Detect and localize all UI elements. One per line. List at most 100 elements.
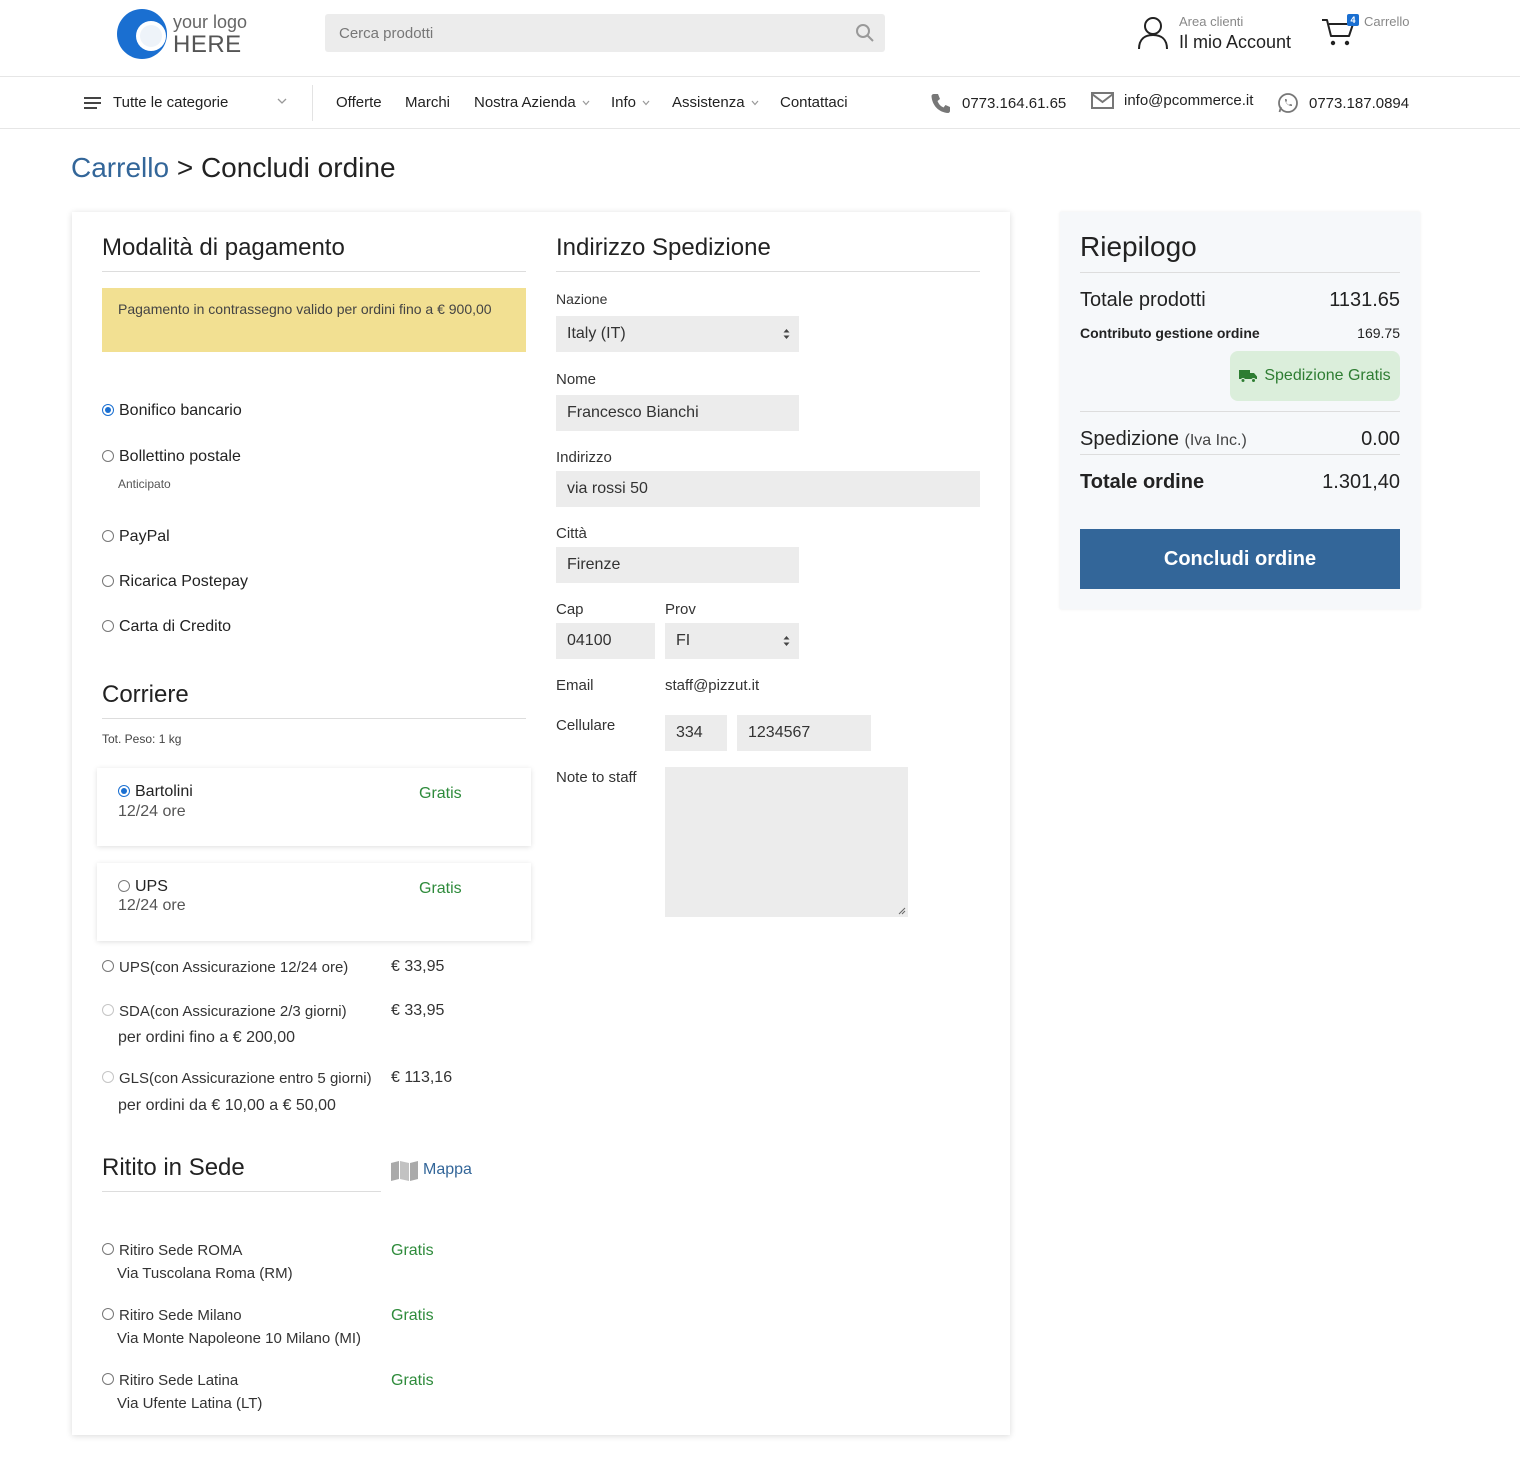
breadcrumb-link-carrello[interactable]: Carrello <box>71 152 169 183</box>
resize-handle-icon[interactable] <box>898 907 906 915</box>
contact-phone[interactable]: 0773.164.61.65 <box>930 92 1066 114</box>
courier-radio-gls-insured[interactable] <box>102 1071 114 1083</box>
payment-option-label[interactable]: Bollettino postale <box>119 448 241 466</box>
divider <box>102 1191 381 1192</box>
menu-icon <box>84 96 101 109</box>
note-textarea[interactable] <box>665 767 908 917</box>
courier-radio-sda-insured[interactable] <box>102 1004 114 1016</box>
account-link[interactable]: Il mio Account <box>1179 32 1291 53</box>
divider <box>556 271 980 272</box>
nav-item-label: Nostra Azienda <box>474 94 576 111</box>
free-shipping-badge: Spedizione Gratis <box>1230 351 1400 401</box>
payment-radio-carta[interactable] <box>102 620 114 632</box>
search-icon[interactable] <box>855 23 875 43</box>
courier-insured-name[interactable]: GLS(con Assicurazione entro 5 giorni) <box>119 1070 372 1087</box>
payment-option-label[interactable]: Bonifico bancario <box>119 402 242 420</box>
logo-text-top[interactable]: your logo <box>173 12 247 33</box>
pickup-radio-roma[interactable] <box>102 1243 114 1255</box>
nav-item-label: Assistenza <box>672 94 745 111</box>
breadcrumb: Carrello > Concludi ordine <box>71 152 396 184</box>
select-arrows-icon <box>783 329 790 339</box>
courier-insured-price: € 33,95 <box>391 1002 445 1019</box>
pickup-name[interactable]: Ritiro Sede Milano <box>119 1307 242 1324</box>
payment-radio-postepay[interactable] <box>102 575 114 587</box>
courier-price: Gratis <box>419 785 462 802</box>
free-shipping-label: Spedizione Gratis <box>1264 367 1391 384</box>
totale-prodotti-label: Totale prodotti <box>1080 289 1206 311</box>
chevron-down-icon <box>582 100 590 106</box>
pickup-address: Via Tuscolana Roma (RM) <box>117 1265 293 1282</box>
categories-menu[interactable]: Tutte le categorie <box>84 94 228 111</box>
map-link[interactable]: Mappa <box>423 1161 472 1179</box>
payment-radio-bonifico[interactable] <box>102 404 114 416</box>
courier-name[interactable]: Bartolini <box>135 783 193 801</box>
top-header: your logo HERE Area clienti Il mio Accou… <box>0 0 1520 77</box>
courier-name[interactable]: UPS <box>135 878 168 896</box>
payment-radio-paypal[interactable] <box>102 530 114 542</box>
pickup-price: Gratis <box>391 1372 434 1389</box>
breadcrumb-separator: > <box>176 152 194 183</box>
payment-radio-bollettino[interactable] <box>102 450 114 462</box>
courier-insured-name[interactable]: UPS(con Assicurazione 12/24 ore) <box>119 959 348 976</box>
contact-email[interactable]: info@pcommerce.it <box>1091 92 1253 109</box>
nome-value: Francesco Bianchi <box>567 404 699 421</box>
contributo-label: Contributo gestione ordine <box>1080 325 1260 341</box>
contact-whatsapp[interactable]: 0773.187.0894 <box>1277 92 1409 114</box>
nome-field[interactable]: Francesco Bianchi <box>556 395 799 431</box>
totale-ordine-label: Totale ordine <box>1080 471 1205 493</box>
concludi-ordine-button[interactable]: Concludi ordine <box>1080 529 1400 589</box>
spedizione-label: Spedizione <box>1080 428 1179 450</box>
truck-icon <box>1239 370 1258 383</box>
nav-item-offerte[interactable]: Offerte <box>336 94 382 111</box>
nav-item-assistenza[interactable]: Assistenza <box>672 94 759 111</box>
cap-field[interactable]: 04100 <box>556 623 655 659</box>
phone-icon <box>931 94 950 113</box>
logo-text-bottom[interactable]: HERE <box>173 31 242 59</box>
spedizione-value: 0.00 <box>1361 428 1400 450</box>
nav-item-marchi[interactable]: Marchi <box>405 94 450 111</box>
pickup-address: Via Ufente Latina (LT) <box>117 1395 263 1412</box>
summary-title: Riepilogo <box>1080 231 1197 262</box>
chevron-down-icon[interactable] <box>277 97 287 105</box>
email-label: Email <box>556 677 594 694</box>
indirizzo-field[interactable]: via rossi 50 <box>556 471 980 507</box>
total-weight: Tot. Peso: 1 kg <box>102 732 182 746</box>
indirizzo-label: Indirizzo <box>556 449 612 466</box>
citta-field[interactable]: Firenze <box>556 547 799 583</box>
nav-item-nostra-azienda[interactable]: Nostra Azienda <box>474 94 590 111</box>
user-icon[interactable] <box>1137 15 1169 51</box>
nome-label: Nome <box>556 371 597 388</box>
courier-insured-price: € 33,95 <box>391 958 445 975</box>
payment-option-label[interactable]: Ricarica Postepay <box>119 573 248 591</box>
cell-prefix-value: 334 <box>676 724 703 741</box>
prov-select[interactable]: FI <box>665 623 799 659</box>
logo-icon[interactable] <box>117 9 167 59</box>
courier-insured-note: per ordini da € 10,00 a € 50,00 <box>118 1097 336 1114</box>
payment-option-label[interactable]: Carta di Credito <box>119 618 231 636</box>
nazione-select[interactable]: Italy (IT) <box>556 316 799 352</box>
nazione-value: Italy (IT) <box>567 325 626 342</box>
courier-radio-ups[interactable] <box>118 880 130 892</box>
courier-radio-bartolini[interactable] <box>118 785 130 797</box>
search-input[interactable] <box>325 14 885 52</box>
map-icon[interactable] <box>390 1160 419 1182</box>
pickup-price: Gratis <box>391 1307 434 1324</box>
main-nav: Tutte le categorie Offerte Marchi Nostra… <box>0 77 1520 129</box>
note-label: Note to staff <box>556 769 637 786</box>
pickup-radio-milano[interactable] <box>102 1308 114 1320</box>
cell-prefix-field[interactable]: 334 <box>665 715 727 751</box>
cap-value: 04100 <box>567 632 612 649</box>
courier-insured-name[interactable]: SDA(con Assicurazione 2/3 giorni) <box>119 1003 347 1020</box>
citta-value: Firenze <box>567 556 621 573</box>
cart-label[interactable]: Carrello <box>1364 14 1410 29</box>
nav-item-info[interactable]: Info <box>611 94 650 111</box>
pickup-radio-latina[interactable] <box>102 1373 114 1385</box>
pickup-name[interactable]: Ritiro Sede ROMA <box>119 1242 242 1259</box>
cell-number-field[interactable]: 1234567 <box>737 715 871 751</box>
payment-option-label[interactable]: PayPal <box>119 528 170 546</box>
prov-label: Prov <box>665 601 696 618</box>
contributo-value: 169.75 <box>1357 325 1400 341</box>
nav-item-contattaci[interactable]: Contattaci <box>780 94 848 111</box>
pickup-name[interactable]: Ritiro Sede Latina <box>119 1372 238 1389</box>
courier-radio-ups-insured[interactable] <box>102 960 114 972</box>
